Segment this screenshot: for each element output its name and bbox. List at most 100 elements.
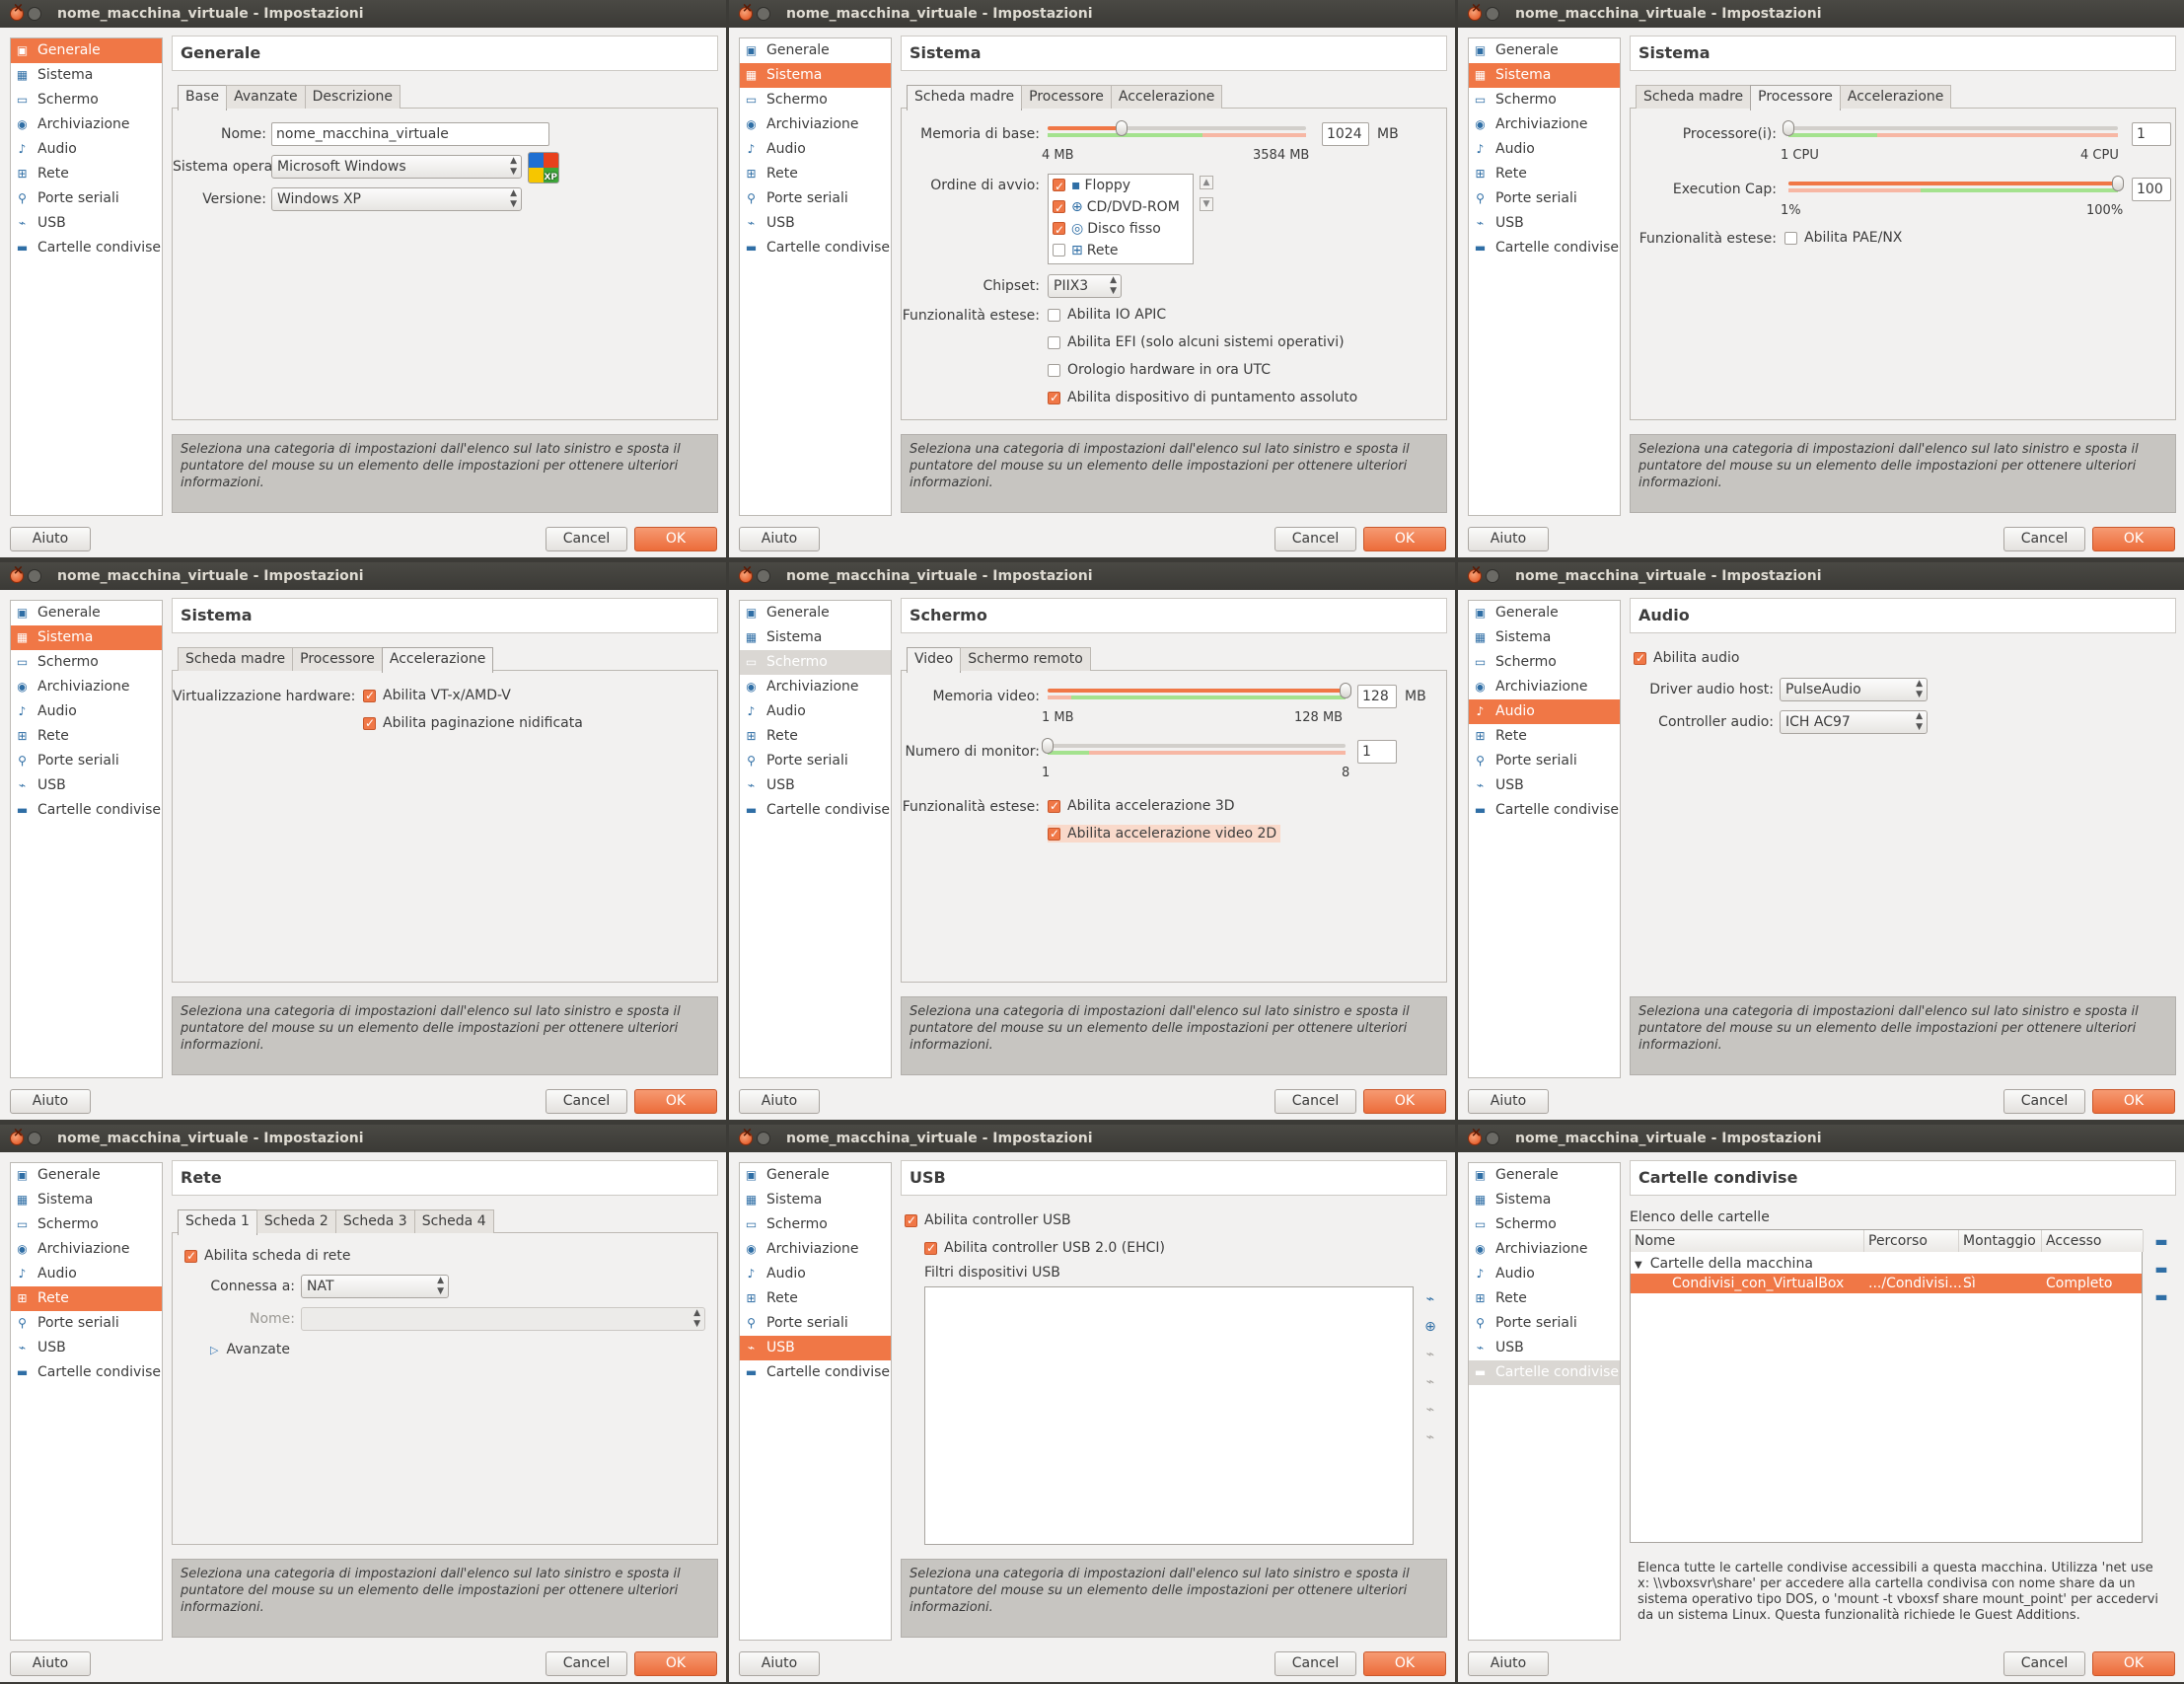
ok-button[interactable]: OK bbox=[2092, 527, 2175, 551]
sidebar-item-3[interactable]: ◉ Archiviazione bbox=[11, 1237, 162, 1262]
close-window-icon[interactable] bbox=[739, 1126, 753, 1145]
move-up-icon[interactable]: ⌁ bbox=[1421, 1401, 1439, 1419]
pae-nx-checkbox[interactable]: Abilita PAE/NX bbox=[1784, 229, 1902, 247]
ok-button[interactable]: OK bbox=[1363, 1089, 1446, 1114]
enable-ehci-checkbox[interactable]: Abilita controller USB 2.0 (EHCI) bbox=[924, 1239, 1165, 1257]
help-button[interactable]: Aiuto bbox=[10, 1651, 91, 1676]
sidebar-item-6[interactable]: ⚲ Porte seriali bbox=[1469, 1311, 1620, 1336]
boot-item-checkbox[interactable] bbox=[1053, 176, 1065, 197]
tab-bar[interactable]: Scheda 1 Scheda 2 Scheda 3 Scheda 4 bbox=[178, 1209, 494, 1235]
help-button[interactable]: Aiuto bbox=[10, 527, 91, 551]
close-window-icon[interactable] bbox=[739, 1, 753, 21]
nested-paging-checkbox[interactable]: Abilita paginazione nidificata bbox=[363, 714, 583, 732]
sidebar-item-3[interactable]: ◉ Archiviazione bbox=[1469, 1237, 1620, 1262]
help-button[interactable]: Aiuto bbox=[1468, 1651, 1549, 1676]
remove-filter-icon[interactable]: ⌁ bbox=[1421, 1373, 1439, 1391]
enable-network-adapter-checkbox-box[interactable] bbox=[184, 1247, 197, 1265]
sidebar-item-4[interactable]: ♪ Audio bbox=[1469, 1262, 1620, 1286]
help-button[interactable]: Aiuto bbox=[1468, 1089, 1549, 1114]
minimize-window-icon[interactable] bbox=[28, 569, 41, 583]
tab-0[interactable]: Scheda madre bbox=[178, 647, 294, 671]
sidebar-item-7[interactable]: ⌁ USB bbox=[11, 1336, 162, 1360]
slider-thumb[interactable] bbox=[1783, 120, 1794, 136]
minimize-window-icon[interactable] bbox=[757, 569, 770, 583]
minimize-window-icon[interactable] bbox=[28, 7, 41, 21]
sidebar-item-1[interactable]: ▦ Sistema bbox=[740, 625, 891, 650]
sidebar-item-4[interactable]: ♪ Audio bbox=[11, 699, 162, 724]
ok-button[interactable]: OK bbox=[1363, 527, 1446, 551]
sidebar-item-4[interactable]: ♪ Audio bbox=[11, 137, 162, 162]
attached-to-select[interactable]: NAT ▲ ▼ bbox=[301, 1275, 449, 1298]
sidebar-item-4[interactable]: ♪ Audio bbox=[11, 1262, 162, 1286]
cancel-button[interactable]: Cancel bbox=[1274, 1089, 1356, 1114]
os-select[interactable]: Microsoft Windows ▲ ▼ bbox=[271, 155, 522, 179]
table-row[interactable]: Condivisi_con_VirtualBox .../Condivisi...… bbox=[1631, 1274, 2142, 1293]
sidebar-item-3[interactable]: ◉ Archiviazione bbox=[740, 675, 891, 699]
usb-filters-list[interactable] bbox=[924, 1286, 1414, 1545]
close-window-icon[interactable] bbox=[1468, 563, 1482, 583]
3d-acceleration-checkbox[interactable]: Abilita accelerazione 3D bbox=[1048, 797, 1235, 815]
move-down-icon[interactable]: ⌁ bbox=[1421, 1428, 1439, 1446]
sidebar-item-8[interactable]: ▬ Cartelle condivise bbox=[740, 798, 891, 823]
sidebar-item-1[interactable]: ▦ Sistema bbox=[11, 625, 162, 650]
enable-usb-controller-checkbox[interactable]: Abilita controller USB bbox=[905, 1211, 1071, 1229]
tab-0[interactable]: Scheda 1 bbox=[178, 1209, 257, 1235]
cancel-button[interactable]: Cancel bbox=[1274, 527, 1356, 551]
sidebar-item-4[interactable]: ♪ Audio bbox=[740, 699, 891, 724]
sidebar-item-5[interactable]: ⊞ Rete bbox=[1469, 724, 1620, 749]
execution-cap-slider[interactable] bbox=[1788, 174, 2124, 203]
cancel-button[interactable]: Cancel bbox=[2003, 1651, 2085, 1676]
nested-paging-checkbox-box[interactable] bbox=[363, 714, 376, 732]
sidebar-item-2[interactable]: ▭ Schermo bbox=[1469, 650, 1620, 675]
close-window-icon[interactable] bbox=[10, 563, 24, 583]
sidebar-item-6[interactable]: ⚲ Porte seriali bbox=[1469, 186, 1620, 211]
sidebar-item-0[interactable]: ▣ Generale bbox=[11, 601, 162, 625]
tab-1[interactable]: Processore bbox=[292, 647, 383, 671]
tab-1[interactable]: Processore bbox=[1750, 85, 1841, 110]
monitor-count-input[interactable]: 1 bbox=[1357, 740, 1397, 764]
close-window-icon[interactable] bbox=[10, 1126, 24, 1145]
advanced-expander[interactable]: ▷ Avanzate bbox=[210, 1342, 290, 1357]
cancel-button[interactable]: Cancel bbox=[546, 1651, 627, 1676]
tab-bar[interactable]: Base Avanzate Descrizione bbox=[178, 85, 400, 110]
add-folder-icon[interactable]: ▬ bbox=[2152, 1233, 2170, 1251]
sidebar-item-7[interactable]: ⌁ USB bbox=[740, 211, 891, 236]
sidebar-item-2[interactable]: ▭ Schermo bbox=[11, 650, 162, 675]
boot-item-0[interactable]: ▪Floppy bbox=[1049, 175, 1193, 197]
sidebar-item-8[interactable]: ▬ Cartelle condivise bbox=[1469, 798, 1620, 823]
settings-category-list[interactable]: ▣ Generale ▦ Sistema ▭ Schermo ◉ Archiviazione ♪… bbox=[10, 37, 163, 516]
sidebar-item-1[interactable]: ▦ Sistema bbox=[11, 1188, 162, 1212]
extended-feature-2[interactable]: Orologio hardware in ora UTC bbox=[1048, 361, 1271, 379]
remove-folder-icon[interactable]: ▬ bbox=[2152, 1288, 2170, 1306]
tab-1[interactable]: Scheda 2 bbox=[255, 1209, 336, 1233]
minimize-window-icon[interactable] bbox=[757, 1132, 770, 1145]
tab-2[interactable]: Scheda 3 bbox=[334, 1209, 415, 1233]
extended-feature-3[interactable]: Abilita dispositivo di puntamento assolu… bbox=[1048, 389, 1357, 406]
edit-filter-icon[interactable]: ⌁ bbox=[1421, 1346, 1439, 1363]
help-button[interactable]: Aiuto bbox=[739, 527, 820, 551]
minimize-window-icon[interactable] bbox=[1486, 7, 1499, 21]
boot-item-1[interactable]: ⊕CD/DVD-ROM bbox=[1049, 196, 1193, 219]
pae-nx-checkbox-box[interactable] bbox=[1784, 232, 1797, 245]
help-button[interactable]: Aiuto bbox=[1468, 527, 1549, 551]
sidebar-item-2[interactable]: ▭ Schermo bbox=[1469, 1212, 1620, 1237]
slider-thumb[interactable] bbox=[2112, 176, 2124, 191]
sidebar-item-6[interactable]: ⚲ Porte seriali bbox=[740, 749, 891, 773]
adapter-name-select[interactable]: ▲ ▼ bbox=[301, 1307, 705, 1331]
sidebar-item-7[interactable]: ⌁ USB bbox=[1469, 1336, 1620, 1360]
sidebar-item-0[interactable]: ▣ Generale bbox=[1469, 38, 1620, 63]
sidebar-item-6[interactable]: ⚲ Porte seriali bbox=[11, 749, 162, 773]
sidebar-item-2[interactable]: ▭ Schermo bbox=[11, 88, 162, 112]
cancel-button[interactable]: Cancel bbox=[2003, 1089, 2085, 1114]
sidebar-item-4[interactable]: ♪ Audio bbox=[740, 1262, 891, 1286]
cancel-button[interactable]: Cancel bbox=[1274, 1651, 1356, 1676]
execution-cap-input[interactable]: 100 bbox=[2132, 178, 2171, 201]
settings-category-list[interactable]: ▣ Generale ▦ Sistema ▭ Schermo ◉ Archiviazione ♪… bbox=[739, 37, 892, 516]
processors-slider[interactable] bbox=[1783, 118, 2118, 148]
tab-0[interactable]: Scheda madre bbox=[907, 85, 1023, 110]
extended-feature-0[interactable]: Abilita IO APIC bbox=[1048, 306, 1166, 324]
shared-folders-table[interactable]: Nome Percorso Montaggio Accesso ▼ Cartelle de… bbox=[1630, 1229, 2144, 1543]
monitor-count-slider[interactable] bbox=[1042, 736, 1346, 766]
3d-acceleration-checkbox-box[interactable] bbox=[1048, 797, 1060, 815]
settings-category-list[interactable]: ▣ Generale ▦ Sistema ▭ Schermo ◉ Archiviazione ♪… bbox=[739, 1162, 892, 1641]
